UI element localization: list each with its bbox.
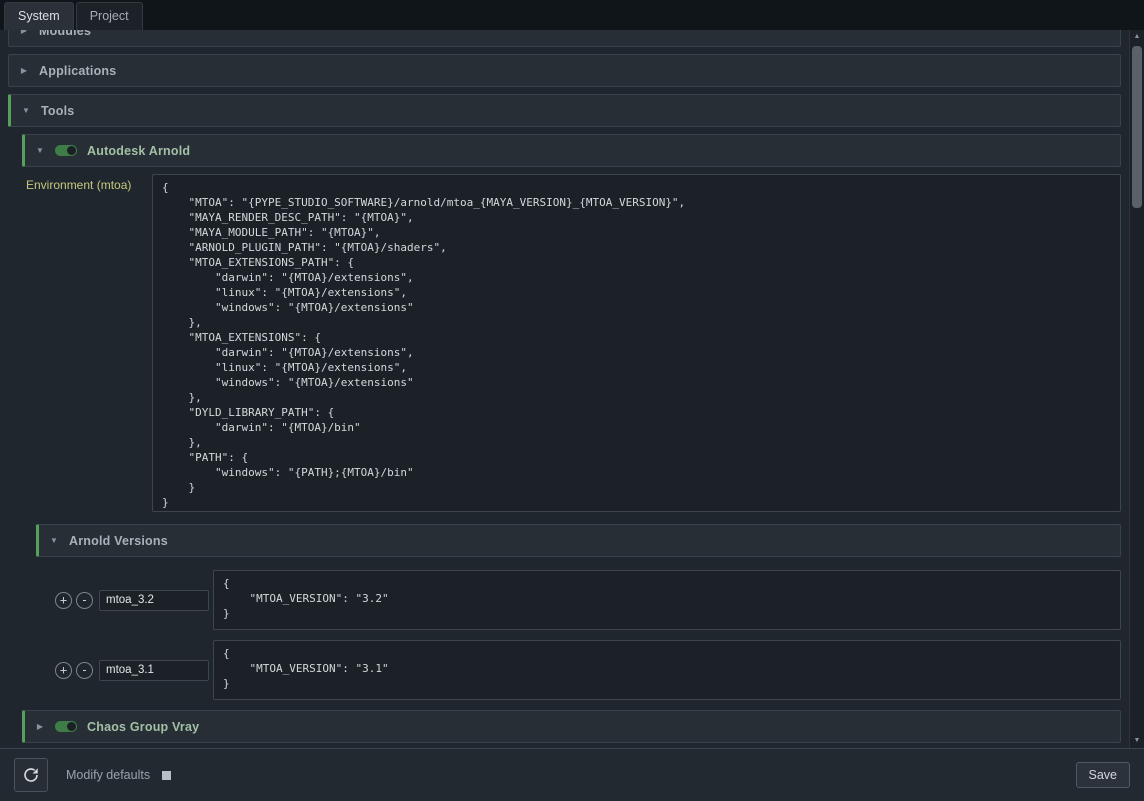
group-arnold-label: Autodesk Arnold (87, 144, 190, 158)
refresh-icon (22, 766, 40, 784)
scrollbar[interactable]: ▲ ▼ (1129, 30, 1144, 748)
remove-item-button[interactable]: - (76, 662, 93, 679)
group-arnold-header[interactable]: ▼ Autodesk Arnold (22, 134, 1121, 167)
remove-item-button[interactable]: - (76, 592, 93, 609)
arnold-versions-list: + - { "MTOA_VERSION": "3.2" } + - { "MTO… (22, 564, 1121, 700)
chevron-down-icon: ▼ (49, 536, 59, 545)
tab-bar: System Project (0, 0, 1144, 30)
environment-textarea[interactable]: { "MTOA": "{PYPE_STUDIO_SOFTWARE}/arnold… (152, 174, 1121, 512)
version-value-textarea[interactable]: { "MTOA_VERSION": "3.1" } (213, 640, 1121, 700)
add-item-button[interactable]: + (55, 662, 72, 679)
chevron-right-icon: ▶ (35, 722, 45, 731)
section-tools-header[interactable]: ▼ Tools (8, 94, 1121, 127)
scrollbar-thumb[interactable] (1132, 46, 1142, 208)
section-modules-label: Modules (39, 30, 91, 38)
add-item-button[interactable]: + (55, 592, 72, 609)
tab-system[interactable]: System (4, 2, 74, 30)
scrollbar-up-button[interactable]: ▲ (1130, 30, 1144, 44)
tab-project[interactable]: Project (76, 2, 143, 30)
version-key-input[interactable] (99, 590, 209, 611)
settings-scroll-area: ▶ Modules ▶ Applications ▼ Tools (0, 30, 1129, 748)
refresh-button[interactable] (14, 758, 48, 792)
version-value-textarea[interactable]: { "MTOA_VERSION": "3.2" } (213, 570, 1121, 630)
tools-group-body: ▼ Autodesk Arnold Environment (mtoa) { "… (22, 134, 1121, 743)
chevron-down-icon: ▼ (21, 106, 31, 115)
arnold-enabled-toggle[interactable] (55, 145, 77, 156)
main-area: ▶ Modules ▶ Applications ▼ Tools (0, 30, 1144, 748)
section-tools-label: Tools (41, 104, 74, 118)
environment-row: Environment (mtoa) { "MTOA": "{PYPE_STUD… (22, 174, 1121, 512)
chevron-right-icon: ▶ (19, 66, 29, 75)
modify-defaults-label: Modify defaults (66, 768, 150, 782)
scrollbar-track[interactable] (1130, 44, 1144, 734)
footer-bar: Modify defaults Save (0, 748, 1144, 801)
group-arnold-versions-header[interactable]: ▼ Arnold Versions (36, 524, 1121, 557)
version-key-input[interactable] (99, 660, 209, 681)
settings-window: System Project ▶ Modules ▶ Applications … (0, 0, 1144, 801)
section-applications-label: Applications (39, 64, 116, 78)
version-row: + - { "MTOA_VERSION": "3.2" } (55, 570, 1121, 630)
scrollbar-down-button[interactable]: ▼ (1130, 734, 1144, 748)
section-applications-header[interactable]: ▶ Applications (8, 54, 1121, 87)
section-modules-header[interactable]: ▶ Modules (8, 30, 1121, 47)
environment-label: Environment (mtoa) (26, 174, 152, 192)
group-vray-label: Chaos Group Vray (87, 720, 199, 734)
version-row: + - { "MTOA_VERSION": "3.1" } (55, 640, 1121, 700)
group-vray-header[interactable]: ▶ Chaos Group Vray (22, 710, 1121, 743)
arnold-versions-group: ▼ Arnold Versions (36, 524, 1121, 557)
chevron-down-icon: ▼ (35, 146, 45, 155)
vray-enabled-toggle[interactable] (55, 721, 77, 732)
chevron-right-icon: ▶ (19, 30, 29, 35)
modify-defaults-checkbox[interactable] (162, 771, 171, 780)
save-button[interactable]: Save (1076, 762, 1131, 788)
group-arnold-versions-label: Arnold Versions (69, 534, 168, 548)
